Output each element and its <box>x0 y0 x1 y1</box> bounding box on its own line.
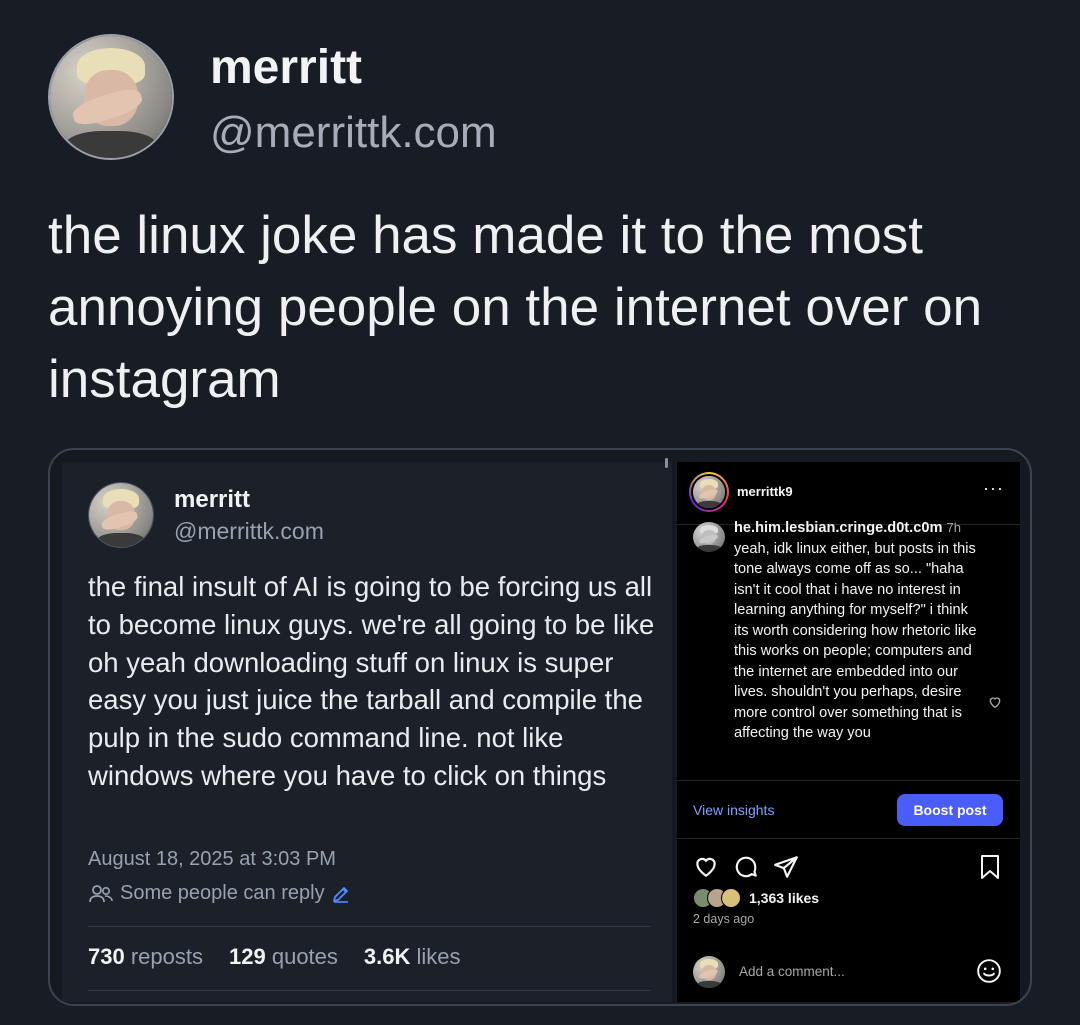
embedded-screenshot: merritt @merrittk.com the final insult o… <box>48 448 1032 1006</box>
comment-time: 7h <box>946 520 961 535</box>
reposts-stat[interactable]: 730 reposts <box>88 944 203 970</box>
bsky-avatar[interactable] <box>88 482 154 548</box>
ig-action-bar <box>693 854 799 880</box>
ig-post-header: merrittk9 ··· <box>677 462 1020 524</box>
comment-text: yeah, idk linux either, but posts in thi… <box>734 540 977 742</box>
divider <box>677 838 1020 839</box>
people-icon <box>89 884 113 902</box>
scrollbar-thumb <box>665 458 668 468</box>
share-icon[interactable] <box>773 854 799 880</box>
boost-post-button[interactable]: Boost post <box>897 794 1003 826</box>
view-insights-link[interactable]: View insights <box>693 802 774 818</box>
ig-username[interactable]: merrittk9 <box>737 484 793 499</box>
ig-story-avatar[interactable] <box>689 472 729 512</box>
commenter-avatar[interactable] <box>693 522 725 552</box>
commenter-username[interactable]: he.him.lesbian.cringe.d0t.c0m <box>734 520 942 536</box>
likes-stat[interactable]: 3.6K likes <box>364 944 461 970</box>
outer-author-handle[interactable]: @merrittk.com <box>210 108 497 158</box>
bsky-author-handle[interactable]: @merrittk.com <box>174 518 324 545</box>
comment-icon[interactable] <box>733 854 759 880</box>
heart-icon[interactable] <box>693 854 719 880</box>
comment-like-heart-icon[interactable] <box>987 694 1003 710</box>
outer-post-text: the linux joke has made it to the most a… <box>48 206 983 409</box>
bookmark-icon[interactable] <box>978 854 1002 880</box>
likes-count[interactable]: 1,363 likes <box>749 890 819 906</box>
current-user-avatar <box>693 956 725 988</box>
bsky-post-text: the final insult of AI is going to be fo… <box>88 571 655 791</box>
add-comment-input[interactable]: Add a comment... <box>739 964 845 979</box>
pencil-icon[interactable] <box>331 884 351 904</box>
bsky-post-date: August 18, 2025 at 3:03 PM <box>88 848 336 870</box>
reply-setting-label: Some people can reply <box>120 882 325 904</box>
post-time-ago: 2 days ago <box>693 912 755 926</box>
outer-author-name[interactable]: merritt <box>210 40 362 95</box>
instagram-panel: merrittk9 ··· he.him.lesbian.cringe.d0t.… <box>677 462 1020 1002</box>
bsky-author-name[interactable]: merritt <box>174 486 250 514</box>
emoji-icon[interactable] <box>976 958 1002 984</box>
divider <box>88 926 650 927</box>
liker-avatars[interactable] <box>693 888 749 908</box>
more-options-icon[interactable]: ··· <box>983 478 1004 499</box>
ig-comment: he.him.lesbian.cringe.d0t.c0m 7h yeah, i… <box>734 518 984 780</box>
divider <box>88 990 650 991</box>
bsky-post-card: merritt @merrittk.com the final insult o… <box>62 462 672 1002</box>
quotes-stat[interactable]: 129 quotes <box>229 944 338 970</box>
bsky-post-stats: 730 reposts 129 quotes 3.6K likes <box>88 944 461 970</box>
bsky-reply-setting[interactable]: Some people can reply <box>88 882 351 905</box>
outer-avatar[interactable] <box>48 34 174 160</box>
divider <box>677 780 1020 781</box>
